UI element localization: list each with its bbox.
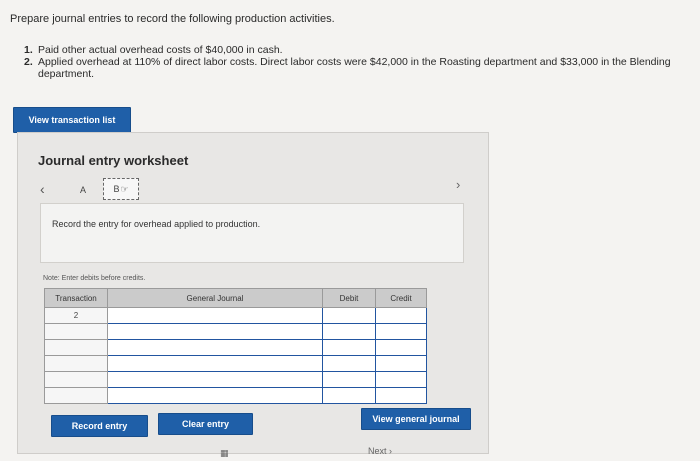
debit-input[interactable]	[322, 323, 376, 340]
column-header-credit: Credit	[375, 288, 427, 308]
transaction-cell	[44, 323, 108, 340]
tab-b-label: B	[113, 184, 120, 194]
table-header-row: Transaction General Journal Debit Credit	[44, 288, 427, 308]
activity-text: Applied overhead at 110% of direct labor…	[38, 56, 671, 80]
entry-instruction-box: Record the entry for overhead applied to…	[40, 203, 464, 263]
activity-number: 1.	[24, 44, 33, 56]
transaction-cell	[44, 339, 108, 356]
activity-item-2: 2. Applied overhead at 110% of direct la…	[24, 56, 684, 80]
table-row	[44, 355, 427, 372]
activity-number: 2.	[24, 56, 33, 68]
column-header-transaction: Transaction	[44, 288, 108, 308]
credit-input[interactable]	[375, 307, 427, 324]
activity-text: Paid other actual overhead costs of $40,…	[38, 44, 283, 56]
tab-b[interactable]: B ☞	[103, 178, 139, 200]
chevron-right-icon: ›	[389, 446, 393, 456]
next-label: Next	[368, 446, 387, 456]
table-row	[44, 323, 427, 340]
debit-input[interactable]	[322, 355, 376, 372]
worksheet-title: Journal entry worksheet	[38, 153, 189, 168]
view-general-journal-button[interactable]: View general journal	[361, 408, 471, 430]
credit-input[interactable]	[375, 355, 427, 372]
tab-a[interactable]: A	[80, 185, 86, 195]
activity-list: 1. Paid other actual overhead costs of $…	[24, 44, 684, 80]
credit-input[interactable]	[375, 339, 427, 356]
account-input[interactable]	[107, 323, 323, 340]
entry-instruction: Record the entry for overhead applied to…	[52, 219, 261, 229]
note-text: Note: Enter debits before credits.	[43, 275, 146, 282]
chevron-right-icon[interactable]: ›	[456, 177, 460, 192]
chevron-left-icon[interactable]: ‹	[40, 181, 45, 197]
record-entry-button[interactable]: Record entry	[51, 415, 148, 437]
table-row	[44, 339, 427, 356]
journal-entry-table: Transaction General Journal Debit Credit…	[44, 288, 427, 404]
table-row: 2	[44, 307, 427, 324]
activity-item-1: 1. Paid other actual overhead costs of $…	[24, 44, 684, 56]
next-button[interactable]: Next ›	[368, 446, 392, 456]
credit-input[interactable]	[375, 387, 427, 404]
account-input[interactable]	[107, 307, 323, 324]
account-input[interactable]	[107, 371, 323, 388]
column-header-debit: Debit	[322, 288, 376, 308]
hand-cursor-icon: ☞	[120, 183, 129, 194]
transaction-cell	[44, 355, 108, 372]
table-row	[44, 387, 427, 404]
account-input[interactable]	[107, 355, 323, 372]
grid-icon[interactable]: ▦	[220, 448, 230, 459]
credit-input[interactable]	[375, 371, 427, 388]
debit-input[interactable]	[322, 371, 376, 388]
credit-input[interactable]	[375, 323, 427, 340]
journal-entry-worksheet: Journal entry worksheet ‹ A B ☞ Record t…	[17, 132, 489, 454]
account-input[interactable]	[107, 339, 323, 356]
transaction-cell	[44, 387, 108, 404]
column-header-general-journal: General Journal	[107, 288, 323, 308]
debit-input[interactable]	[322, 387, 376, 404]
view-transaction-list-button[interactable]: View transaction list	[13, 107, 131, 133]
transaction-cell: 2	[44, 307, 108, 324]
intro-text: Prepare journal entries to record the fo…	[10, 13, 335, 25]
table-row	[44, 371, 427, 388]
transaction-cell	[44, 371, 108, 388]
account-input[interactable]	[107, 387, 323, 404]
debit-input[interactable]	[322, 307, 376, 324]
clear-entry-button[interactable]: Clear entry	[158, 413, 253, 435]
debit-input[interactable]	[322, 339, 376, 356]
